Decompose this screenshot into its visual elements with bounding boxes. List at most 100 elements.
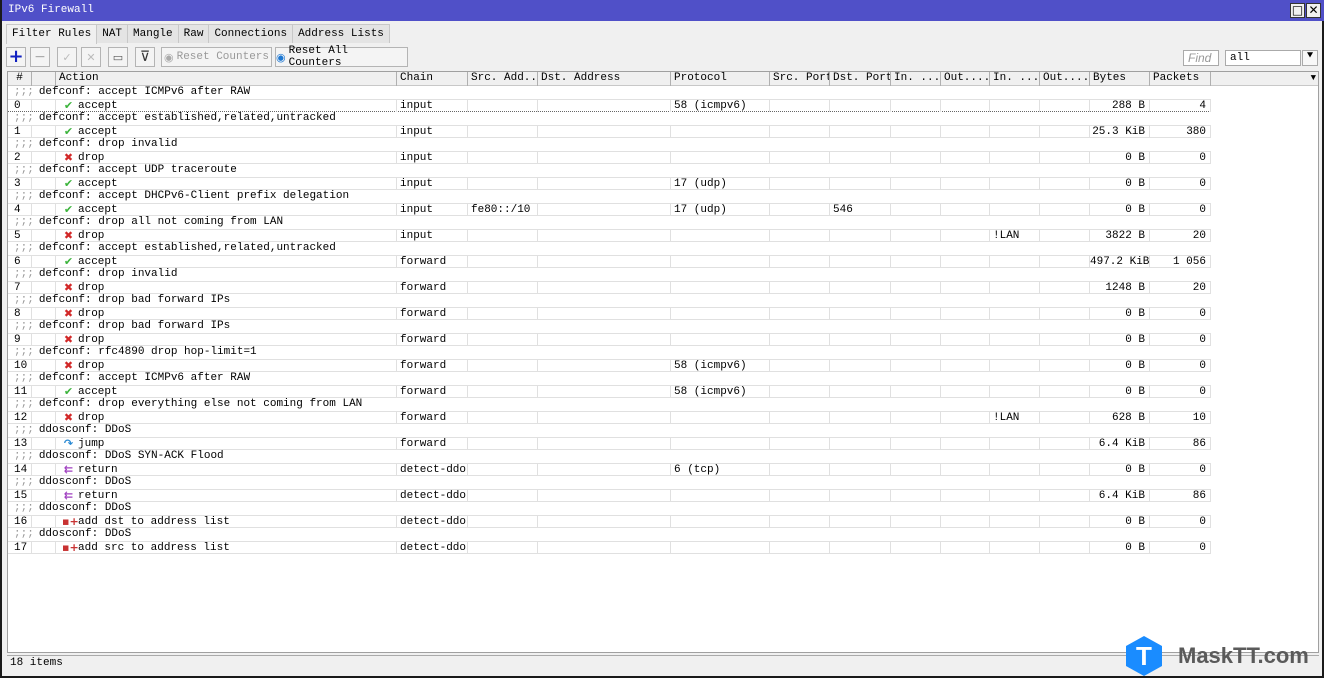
cell-action: ✔ accept <box>56 386 397 398</box>
comment-button[interactable]: ▭ <box>108 47 128 67</box>
enable-button[interactable]: ✓ <box>57 47 77 67</box>
rule-row[interactable]: 4 ✔ accept input fe80::/10 17 (udp) 546 0 B0 <box>8 203 1211 216</box>
header-col-dst-port[interactable]: Dst. Port <box>830 72 891 86</box>
rule-comment[interactable]: ;;; defconf: drop invalid <box>8 138 1211 151</box>
rule-comment[interactable]: ;;; ddosconf: DDoS <box>8 476 1211 489</box>
cell-src-port <box>770 516 830 528</box>
cell-out-interface-list <box>1040 438 1090 450</box>
cell-in-interface <box>891 490 941 502</box>
header-col-src-address[interactable]: Src. Add... <box>468 72 538 86</box>
rule-row[interactable]: 14 ⇇ return detect-ddos 6 (tcp) 0 B0 <box>8 463 1211 476</box>
rule-comment[interactable]: ;;; defconf: drop bad forward IPs <box>8 320 1211 333</box>
action-label: drop <box>78 360 105 372</box>
x-icon: ✕ <box>86 50 96 64</box>
rule-comment[interactable]: ;;; ddosconf: DDoS <box>8 528 1211 541</box>
rule-row[interactable]: 3 ✔ accept input 17 (udp) 0 B0 <box>8 177 1211 190</box>
rule-row[interactable]: 16 ▪+add dst to address list detect-ddos 0 … <box>8 515 1211 528</box>
tab-mangle[interactable]: Mangle <box>127 24 179 43</box>
cell-in-interface <box>891 152 941 164</box>
tab-filter-rules[interactable]: Filter Rules <box>6 24 98 44</box>
cell-action: ▪+add dst to address list <box>56 516 397 528</box>
tab-address-lists[interactable]: Address Lists <box>292 24 390 43</box>
cell-flags <box>32 334 56 346</box>
rule-comment[interactable]: ;;; defconf: accept DHCPv6-Client prefix … <box>8 190 1211 203</box>
cell-action: ✔ accept <box>56 100 397 112</box>
tab-nat[interactable]: NAT <box>96 24 129 43</box>
cell-number: 16 <box>8 516 32 528</box>
rule-row[interactable]: 11 ✔ accept forward 58 (icmpv6) 0 B0 <box>8 385 1211 398</box>
rule-comment[interactable]: ;;; defconf: drop bad forward IPs <box>8 294 1211 307</box>
cell-out-interface <box>941 412 990 424</box>
rule-row[interactable]: 17 ▪+add src to address list detect-ddos 0 … <box>8 541 1211 554</box>
rule-comment[interactable]: ;;; defconf: accept established,related,u… <box>8 112 1211 125</box>
header-col-flags[interactable] <box>32 72 56 86</box>
cell-protocol <box>671 230 770 242</box>
tab-raw[interactable]: Raw <box>177 24 210 43</box>
rule-row[interactable]: 7 ✖ drop forward 1248 B 20 <box>8 281 1211 294</box>
filter-dropdown-button[interactable]: ⯆ <box>1302 50 1318 66</box>
cell-out-interface-list <box>1040 308 1090 320</box>
rule-row[interactable]: 15 ⇇ return detect-ddos 6.4 KiB 86 <box>8 489 1211 502</box>
header-col-out-interface-list[interactable]: Out.... <box>1040 72 1090 86</box>
cell-out-interface <box>941 464 990 476</box>
rule-comment[interactable]: ;;; defconf: drop invalid <box>8 268 1211 281</box>
comment-text: ddosconf: DDoS SYN-ACK Flood <box>38 450 224 462</box>
rule-row[interactable]: 10 ✖ drop forward 58 (icmpv6) 0 B0 <box>8 359 1211 372</box>
rule-row[interactable]: 2 ✖ drop input 0 B0 <box>8 151 1211 164</box>
cell-number: 8 <box>8 308 32 320</box>
rule-comment[interactable]: ;;; defconf: drop all not coming from LAN <box>8 216 1211 229</box>
cell-action: ✖ drop <box>56 360 397 372</box>
header-col-src-port[interactable]: Src. Port <box>770 72 830 86</box>
header-col-protocol[interactable]: Protocol <box>671 72 770 86</box>
tab-connections[interactable]: Connections <box>208 24 294 43</box>
rule-row[interactable]: 9 ✖ drop forward 0 B0 <box>8 333 1211 346</box>
rule-comment[interactable]: ;;; ddosconf: DDoS SYN-ACK Flood <box>8 450 1211 463</box>
rule-row[interactable]: 5 ✖ drop input !LAN 3822 B 20 <box>8 229 1211 242</box>
cell-out-interface-list <box>1040 204 1090 216</box>
rule-row[interactable]: 8 ✖ drop forward 0 B0 <box>8 307 1211 320</box>
rule-comment[interactable]: ;;; defconf: accept established,related,u… <box>8 242 1211 255</box>
cell-number: 3 <box>8 178 32 190</box>
disable-button[interactable]: ✕ <box>81 47 101 67</box>
header-col-packets[interactable]: Packets <box>1150 72 1211 86</box>
maximize-icon: □ <box>1291 3 1304 17</box>
rule-comment[interactable]: ;;; defconf: accept ICMPv6 after RAW <box>8 86 1211 99</box>
rule-comment[interactable]: ;;; defconf: drop everything else not com… <box>8 398 1211 411</box>
header-col-action[interactable]: Action <box>56 72 397 86</box>
rule-row[interactable]: 13 ↷ jump forward 6.4 KiB 86 <box>8 437 1211 450</box>
header-col-number[interactable]: # <box>8 72 32 86</box>
rule-row[interactable]: 0 ✔ accept input 58 (icmpv6) 288 B4 <box>8 99 1211 112</box>
rule-comment[interactable]: ;;; ddosconf: DDoS <box>8 502 1211 515</box>
remove-button[interactable]: − <box>30 47 50 67</box>
filter-icon: ⊽ <box>139 49 151 65</box>
header-col-in-interface-list[interactable]: In. ... <box>990 72 1040 86</box>
header-col-in-interface[interactable]: In. ... <box>891 72 941 86</box>
find-input[interactable]: Find <box>1183 50 1219 66</box>
close-button[interactable]: ✕ <box>1306 3 1321 18</box>
reset-counters-button[interactable]: ◉ Reset Counters <box>161 47 272 67</box>
rule-row[interactable]: 1 ✔ accept input 25.3 KiB 380 <box>8 125 1211 138</box>
column-menu-icon[interactable]: ▼ <box>1311 73 1316 83</box>
header-col-dst-address[interactable]: Dst. Address <box>538 72 671 86</box>
rule-comment[interactable]: ;;; defconf: rfc4890 drop hop-limit=1 <box>8 346 1211 359</box>
maximize-button[interactable]: □ <box>1290 3 1305 18</box>
reset-all-counters-button[interactable]: ◉ Reset All Counters <box>275 45 408 69</box>
filter-select[interactable]: all <box>1225 50 1301 66</box>
action-label: drop <box>78 308 105 320</box>
rule-comment[interactable]: ;;; defconf: accept UDP traceroute <box>8 164 1211 177</box>
filter-button[interactable]: ⊽ <box>135 47 155 67</box>
add-button[interactable]: + <box>6 47 26 67</box>
header-col-chain[interactable]: Chain <box>397 72 468 86</box>
action-label: accept <box>78 204 118 216</box>
comment-text: defconf: drop bad forward IPs <box>38 320 231 332</box>
rule-row[interactable]: 6 ✔ accept forward 497.2 KiB 1 056 <box>8 255 1211 268</box>
cell-src-port <box>770 412 830 424</box>
rule-comment[interactable]: ;;; defconf: accept ICMPv6 after RAW <box>8 372 1211 385</box>
rule-comment[interactable]: ;;; ddosconf: DDoS <box>8 424 1211 437</box>
rule-row[interactable]: 12 ✖ drop forward !LAN 628 B 10 <box>8 411 1211 424</box>
cell-bytes: 6.4 KiB <box>1090 438 1150 450</box>
header-col-out-interface[interactable]: Out.... <box>941 72 990 86</box>
cell-chain: input <box>397 100 468 112</box>
cell-action: ↷ jump <box>56 438 397 450</box>
header-col-bytes[interactable]: Bytes <box>1090 72 1150 86</box>
